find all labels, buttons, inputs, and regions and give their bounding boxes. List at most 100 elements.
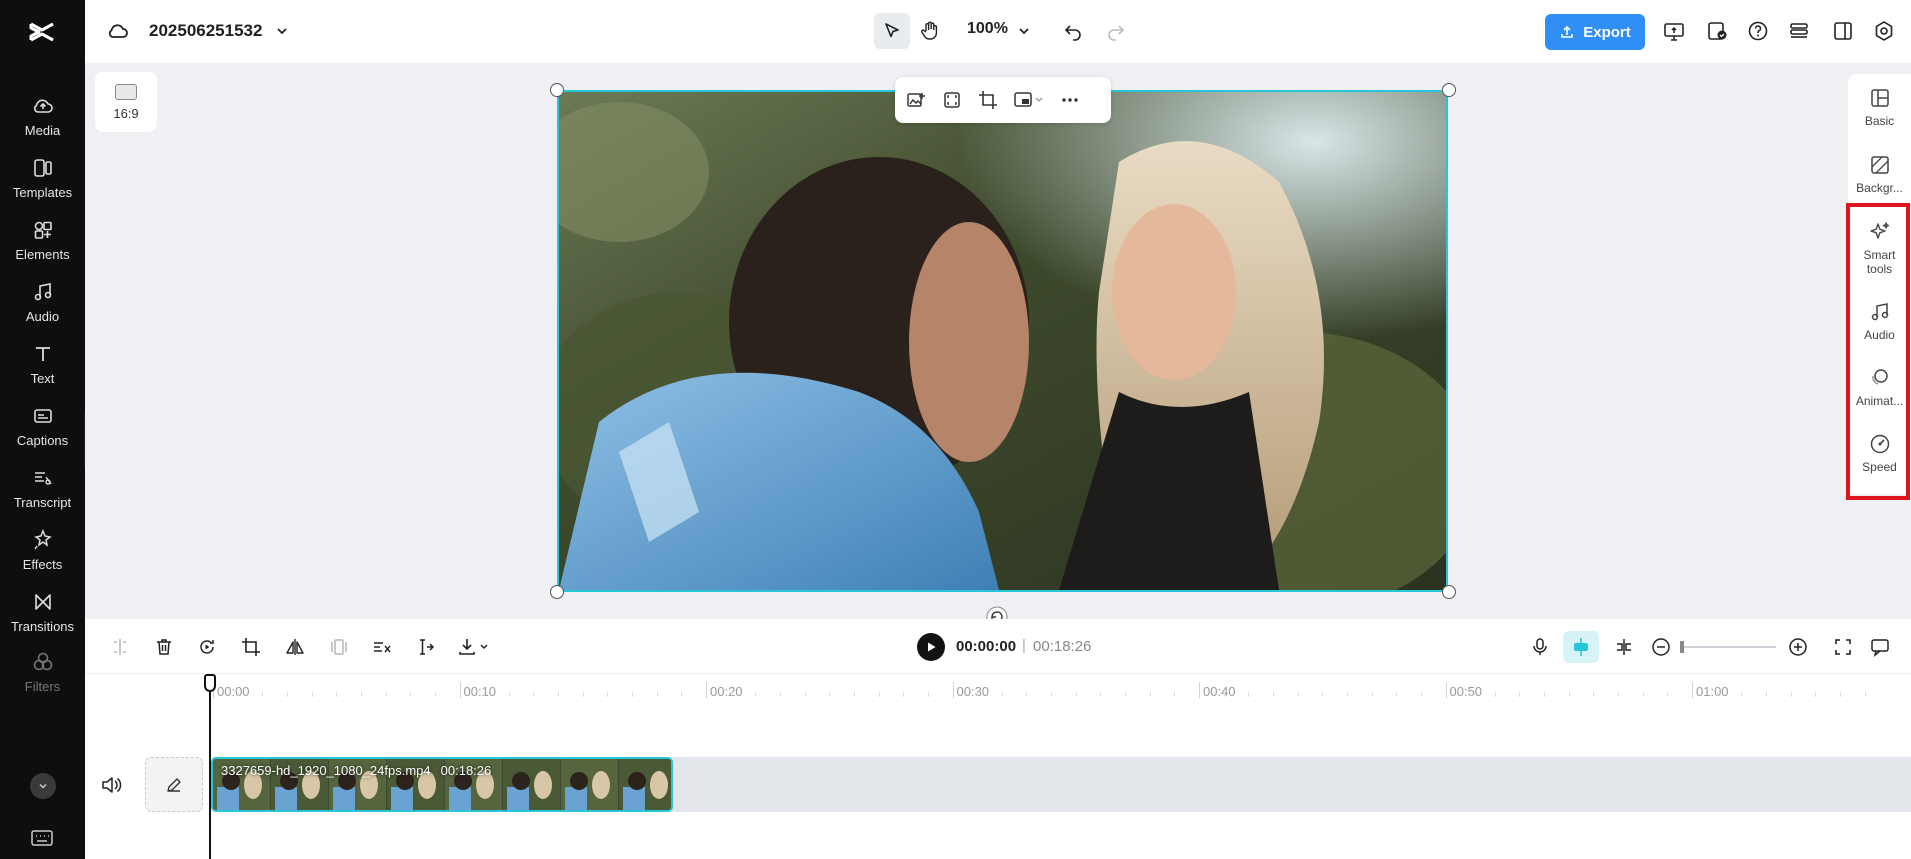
redo-button[interactable] [1103,18,1129,44]
microphone-icon [1533,638,1547,655]
sidebar-item-transitions[interactable]: Transitions [0,590,85,652]
download-button[interactable] [457,634,491,660]
ruler-major-tick [459,682,461,698]
more-options-icon[interactable] [1059,89,1081,111]
resize-handle-bottom-left[interactable] [550,585,564,599]
replay-button[interactable] [194,634,220,660]
picture-in-picture-icon[interactable] [1013,89,1045,111]
zoom-out-icon [1652,638,1670,656]
audio-edit-icon [374,642,391,653]
brand-check-icon[interactable] [1704,18,1730,44]
replace-media-icon[interactable] [905,89,927,111]
ruler-minor-tick [779,692,781,697]
ruler-tick-label: 00:30 [956,684,990,699]
sidebar-expand-button[interactable] [30,773,56,799]
zoom-value: 100% [967,20,1008,37]
split-button[interactable] [107,634,133,660]
ruler-minor-tick [1544,692,1546,697]
ruler-minor-tick [1051,692,1053,697]
ruler-minor-tick [656,692,658,697]
timeline-zoom-slider[interactable] [1680,641,1776,653]
cloud-sync-icon[interactable] [105,18,131,44]
ruler-minor-tick [1248,692,1250,697]
sidebar-item-effects[interactable]: Effects [0,528,85,590]
sidebar-item-elements[interactable]: Elements [0,218,85,280]
sidebar-item-filters[interactable]: Filters [0,650,85,712]
video-preview[interactable] [557,90,1448,592]
captions-icon [33,409,52,423]
ruler-major-tick [706,682,707,698]
crop-button[interactable] [238,634,264,660]
layers-stack-icon[interactable] [1786,18,1812,44]
caption-toggle-button[interactable] [1867,634,1893,660]
track-cover-edit-button[interactable] [145,757,203,812]
speaker-icon [102,777,122,793]
resize-handle-top-right[interactable] [1442,83,1456,97]
track-mute-button[interactable] [100,774,122,796]
zoom-in-button[interactable] [1785,634,1811,660]
link-tracks-button[interactable] [1611,634,1637,660]
timeline[interactable]: 00:00 00:10 00:20 00:30 00:40 00:50 01:00 3327… [85,674,1911,859]
cloud-upload-icon [33,99,53,113]
playhead[interactable] [209,674,211,859]
play-button[interactable] [917,633,945,661]
crop-icon[interactable] [977,89,999,111]
fit-frame-icon[interactable] [941,89,963,111]
auto-snap-button[interactable] [1563,631,1599,663]
panel-tab-background[interactable]: Backgr... [1848,153,1911,195]
ruler-major-tick [1692,682,1693,698]
flip-button[interactable] [282,634,308,660]
download-icon [459,639,488,655]
aspect-ratio-button[interactable]: 16:9 [95,72,157,132]
ruler-major-tick [1199,682,1200,698]
clip-duration: 00:18:26 [440,763,492,778]
hand-tool-button[interactable] [917,18,943,44]
sidebar-item-captions[interactable]: Captions [0,404,85,466]
ruler-minor-tick [1815,692,1817,697]
sidebar-item-transcript[interactable]: Transcript [0,466,85,528]
rotate-handle-icon[interactable] [986,606,1008,619]
settings-gear-icon[interactable] [1871,18,1897,44]
filters-icon [33,652,52,671]
zoom-slider-knob[interactable] [1680,641,1684,653]
sidebar-item-audio[interactable]: Audio [0,280,85,342]
project-menu-chevron-icon[interactable] [269,18,295,44]
fit-timeline-button[interactable] [1830,634,1856,660]
project-name[interactable]: 202506251532 [149,21,262,41]
zoom-out-button[interactable] [1648,634,1674,660]
sidebar-item-media[interactable]: Media [0,94,85,156]
microphone-button[interactable] [1527,634,1553,660]
panel-tab-basic[interactable]: Basic [1848,86,1911,128]
export-button[interactable]: Export [1545,14,1645,50]
zoom-level[interactable]: 100% [967,20,1008,38]
capcut-logo-icon[interactable] [26,16,58,48]
select-tool-button[interactable] [874,13,910,49]
cursor-arrow-icon [885,23,899,38]
delete-button[interactable] [151,634,177,660]
resize-handle-top-left[interactable] [550,83,564,97]
ruler-minor-tick [410,692,412,697]
remove-background-button[interactable] [369,634,395,660]
video-clip[interactable]: 3327659-hd_1920_1080_24fps.mp4 00:18:26 [211,757,673,812]
time-separator: | [1022,637,1026,654]
freeze-button[interactable] [326,634,352,660]
trim-button[interactable] [413,634,439,660]
redo-icon [1108,25,1125,41]
clip-thumbnail [561,759,618,810]
ruler-minor-tick [533,692,535,697]
sidebar-item-text[interactable]: Text [0,342,85,404]
ruler-minor-tick [1100,692,1102,697]
resize-handle-bottom-right[interactable] [1442,585,1456,599]
undo-button[interactable] [1060,18,1086,44]
sidebar-item-templates[interactable]: Templates [0,156,85,218]
keyboard-shortcuts-icon[interactable] [30,828,54,848]
ruler-minor-tick [1642,692,1644,697]
present-screen-icon[interactable] [1661,18,1687,44]
panel-layout-icon[interactable] [1830,18,1856,44]
ruler-minor-tick [434,692,436,697]
zoom-chevron-icon[interactable] [1011,18,1037,44]
help-icon[interactable] [1745,18,1771,44]
chevron-down-icon [39,783,47,789]
pencil-icon [167,777,181,792]
playhead-handle[interactable] [204,674,216,692]
